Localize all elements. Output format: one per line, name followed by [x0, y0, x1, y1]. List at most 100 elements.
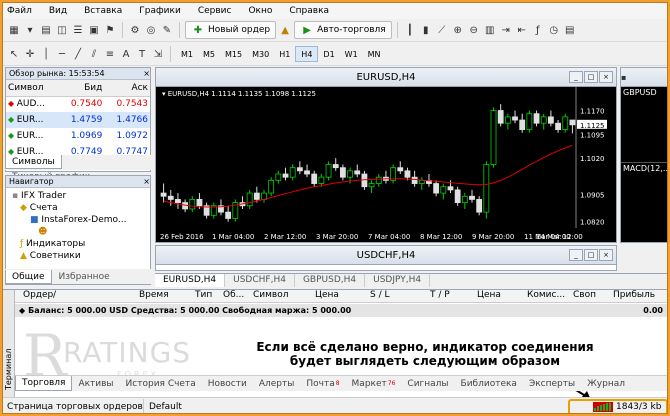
zoom-in-icon[interactable]: ⊕ [451, 23, 465, 37]
timeframe-D1[interactable]: D1 [318, 46, 339, 62]
options-icon[interactable]: ⚙ [128, 23, 142, 37]
menu-3[interactable]: Графики [139, 6, 181, 16]
terminal-tab[interactable]: Сигналы [401, 376, 454, 391]
column-header[interactable]: Символ [6, 80, 59, 97]
signals-icon[interactable]: ◎ [144, 23, 158, 37]
close-icon[interactable]: × [143, 177, 150, 186]
minimize-icon[interactable]: _ [569, 71, 583, 83]
connection-indicator-icon[interactable] [593, 402, 613, 412]
chart-tab[interactable]: GBPUSD,H4 [295, 274, 366, 287]
timeframe-M30[interactable]: M30 [247, 46, 274, 62]
terminal-icon[interactable]: ▣ [87, 23, 101, 37]
terminal-column[interactable]: Прибыль [613, 290, 655, 300]
terminal-tab[interactable]: История Счета [120, 376, 202, 391]
timeframe-M15[interactable]: M15 [220, 46, 247, 62]
periods-icon[interactable]: ◷ [547, 23, 561, 37]
experts-icon[interactable]: ▲ [278, 23, 292, 37]
menu-5[interactable]: Окно [248, 6, 272, 16]
minimize-icon[interactable]: _ [569, 249, 583, 261]
tree-item-root[interactable]: ▪ IFX Trader [12, 190, 150, 202]
chart-tab[interactable]: USDJPY,H4 [365, 274, 431, 287]
timeframe-W1[interactable]: W1 [340, 46, 363, 62]
terminal-column[interactable]: Цена [477, 290, 501, 300]
zoom-out-icon[interactable]: ⊖ [467, 23, 481, 37]
tab-favorites[interactable]: Избранное [52, 269, 117, 283]
terminal-column[interactable]: T / P [430, 290, 450, 300]
timeframe-M1[interactable]: M1 [176, 46, 198, 62]
table-row[interactable]: ◆ AUD... 0.7540 0.7543 [6, 96, 150, 112]
line-chart-icon[interactable]: ⟋ [435, 23, 449, 37]
terminal-column[interactable]: Тип [195, 290, 212, 300]
column-header[interactable]: Бид [58, 80, 105, 97]
fibo-icon[interactable]: ≡ [103, 47, 117, 61]
maximize-icon[interactable]: □ [584, 71, 598, 83]
new-chart-icon[interactable]: ▦ [7, 23, 21, 37]
cursor-icon[interactable]: ↖ [7, 47, 21, 61]
timeframe-H1[interactable]: H1 [274, 46, 295, 62]
tab-symbols[interactable]: Символы [5, 155, 62, 169]
close-icon[interactable]: × [599, 71, 613, 83]
tab-common[interactable]: Общие [5, 270, 52, 284]
crosshair-icon[interactable]: ✛ [23, 47, 37, 61]
terminal-column[interactable]: Комис... [527, 290, 565, 300]
chart-shift-icon[interactable]: ⇤ [515, 23, 529, 37]
menu-1[interactable]: Вид [49, 6, 67, 16]
channel-icon[interactable]: ⫽ [87, 47, 101, 61]
terminal-tab[interactable]: Библиотека [455, 376, 523, 391]
terminal-tab[interactable]: Журнал [581, 376, 631, 391]
data-window-icon[interactable]: ◫ [55, 23, 69, 37]
terminal-column[interactable]: S / L [370, 290, 389, 300]
terminal-column[interactable]: Цена [315, 290, 339, 300]
tree-item-accounts[interactable]: ◆ Счета [12, 202, 150, 214]
text-icon[interactable]: A [119, 47, 133, 61]
balance-row[interactable]: ◆ Баланс: 5 000.00 USD Средства: 5 000.00… [15, 304, 667, 317]
menu-4[interactable]: Сервис [198, 6, 232, 16]
chart-tab[interactable]: EURUSD,H4 [155, 274, 226, 287]
candle-chart-icon[interactable]: ▮ [419, 23, 433, 37]
close-icon[interactable]: × [599, 249, 613, 261]
table-row[interactable]: ◆ EUR... 1.4759 1.4766 [6, 112, 150, 128]
templates-icon[interactable]: ▤ [563, 23, 577, 37]
terminal-tab[interactable]: Эксперты [523, 376, 581, 391]
terminal-tab[interactable]: Торговля [15, 376, 73, 391]
terminal-column[interactable]: Своп [573, 290, 596, 300]
tile-icon[interactable]: ▥ [483, 23, 497, 37]
profiles-icon[interactable]: ▾ [23, 23, 37, 37]
price-chart[interactable]: 1.1170 1.11251.1095 1.1020 1.0905 1.0820 26 F… [156, 87, 616, 242]
profile-name[interactable]: Default [149, 402, 182, 412]
vertical-line-icon[interactable]: │ [39, 47, 53, 61]
trendline-icon[interactable]: ╱ [71, 47, 85, 61]
bar-chart-icon[interactable]: ┃ [403, 23, 417, 37]
terminal-column[interactable]: Ордер [23, 290, 53, 300]
navigator-icon[interactable]: ☰ [71, 23, 85, 37]
timeframe-M5[interactable]: M5 [198, 46, 220, 62]
table-row[interactable]: ◆ EUR... 1.0969 1.0972 [6, 128, 150, 144]
chart-tab[interactable]: USDCHF,H4 [225, 274, 295, 287]
label-icon[interactable]: T [135, 47, 149, 61]
auto-trading-button[interactable]: ▶ Авто-торговля [294, 21, 392, 39]
terminal-tab[interactable]: Алерты [253, 376, 301, 391]
terminal-column[interactable]: Об... [223, 290, 244, 300]
terminal-tab[interactable]: Новости [202, 376, 253, 391]
tree-item-account[interactable]: ■ InstaForex-Demo... [12, 214, 150, 226]
terminal-column[interactable]: Символ [253, 290, 289, 300]
maximize-icon[interactable]: □ [584, 249, 598, 261]
terminal-column[interactable]: / [53, 290, 56, 300]
timeframe-H4[interactable]: H4 [295, 46, 319, 62]
auto-scroll-icon[interactable]: ⇥ [499, 23, 513, 37]
tree-item-experts[interactable]: ▲ Советники [12, 250, 150, 262]
timeframe-MN[interactable]: MN [363, 46, 386, 62]
menu-2[interactable]: Вставка [84, 6, 122, 16]
terminal-tab[interactable]: Почта 8 [300, 376, 345, 391]
market-watch-icon[interactable]: ▤ [39, 23, 53, 37]
arrow-icon[interactable]: ⇲ [151, 47, 165, 61]
terminal-tab[interactable]: Маркет 76 [346, 376, 402, 391]
tree-item-indicators[interactable]: ƒ Индикаторы [12, 238, 150, 250]
terminal-tab[interactable]: Активы [72, 376, 119, 391]
editor-icon[interactable]: ✎ [160, 23, 174, 37]
column-header[interactable]: Аск [104, 80, 150, 97]
menu-6[interactable]: Справка [289, 6, 329, 16]
terminal-column[interactable]: Время [139, 290, 169, 300]
close-icon[interactable]: × [143, 69, 150, 78]
tester-icon[interactable]: ⚑ [103, 23, 117, 37]
